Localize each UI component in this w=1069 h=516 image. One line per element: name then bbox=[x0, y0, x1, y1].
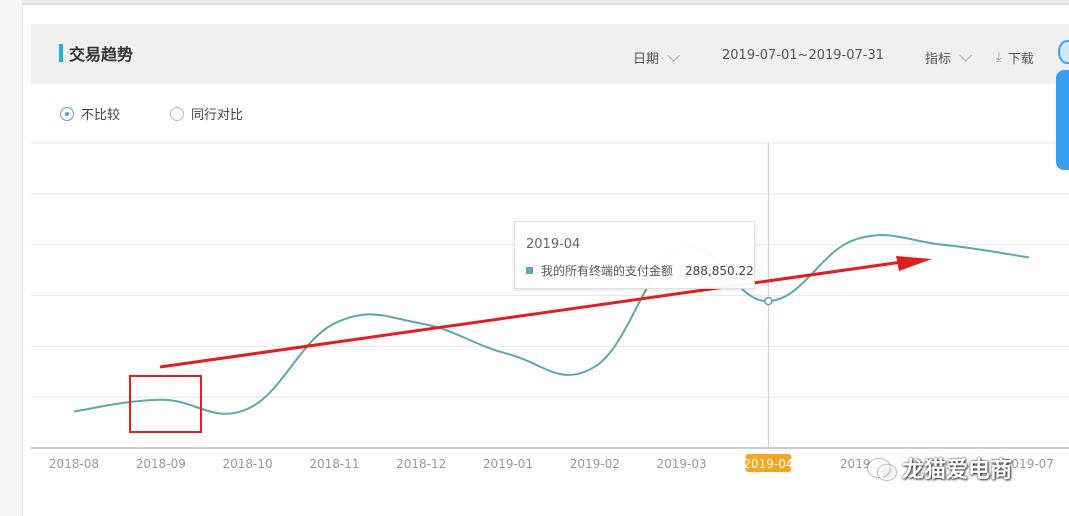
x-tick-label: 2019-04 bbox=[743, 457, 793, 471]
x-tick-label: 2019-03 bbox=[657, 457, 707, 471]
data-point bbox=[764, 296, 773, 306]
tooltip-series-label: 我的所有终端的支付金额 bbox=[541, 264, 674, 278]
wechat-icon bbox=[868, 457, 896, 480]
watermark-text: 龙猫爱电商 bbox=[902, 458, 1013, 483]
tooltip-value: 288,850.22 bbox=[685, 263, 754, 278]
x-tick-label: 2018-09 bbox=[136, 457, 186, 471]
tooltip-date: 2019-04 bbox=[526, 237, 581, 252]
side-float-icon[interactable] bbox=[1058, 40, 1069, 64]
annotation-box bbox=[129, 375, 202, 433]
side-float-panel[interactable] bbox=[1056, 70, 1069, 170]
x-tick-label: 2018-10 bbox=[223, 457, 273, 471]
tooltip-row: 我的所有终端的支付金额 288,850.22 bbox=[526, 262, 754, 279]
annotation-arrow-head bbox=[896, 256, 932, 271]
x-tick-label: 2019 bbox=[840, 457, 871, 471]
x-tick-label: 2019-02 bbox=[570, 457, 620, 471]
series-swatch bbox=[526, 267, 533, 274]
x-tick-label: 2018-08 bbox=[49, 457, 99, 471]
x-tick-label: 2019-01 bbox=[483, 457, 533, 471]
chart-tooltip: 2019-04 我的所有终端的支付金额 288,850.22 bbox=[514, 221, 755, 289]
x-tick-label: 2018-11 bbox=[309, 457, 359, 471]
x-tick-label: 2018-12 bbox=[396, 457, 446, 471]
watermark: 龙猫爱电商 bbox=[868, 452, 1012, 484]
